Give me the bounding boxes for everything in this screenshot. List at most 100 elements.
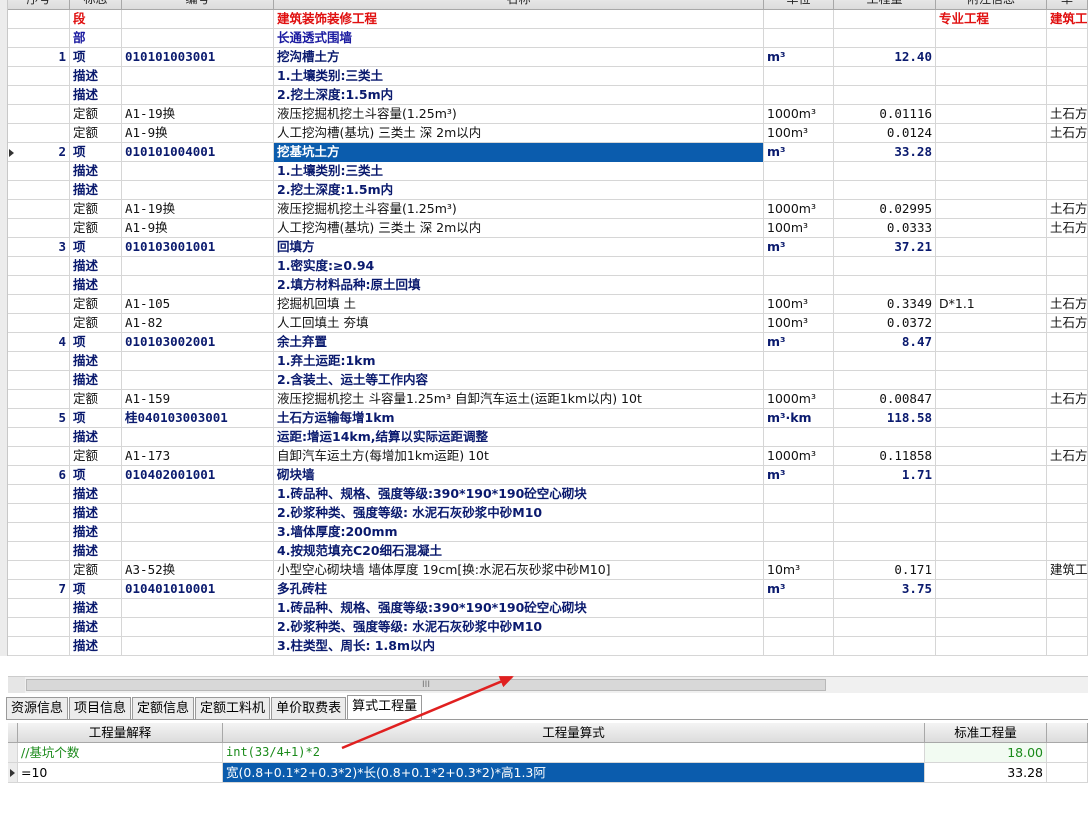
cell-qty[interactable] (834, 352, 936, 371)
table-row[interactable]: 描述 3.柱类型、周长: 1.8m以内 (8, 637, 1088, 656)
cell-no[interactable] (8, 542, 70, 561)
tab-1[interactable]: 项目信息 (69, 697, 132, 719)
table-row[interactable]: 描述 1.砖品种、规格、强度等级:390*190*190砼空心砌块 (8, 599, 1088, 618)
formula-row[interactable]: //基坑个数 int(33/4+1)*2 18.00 (8, 743, 1088, 763)
cell-unit[interactable]: m³ (764, 333, 834, 352)
cell-code[interactable]: A1-9换 (122, 219, 274, 238)
cell-extra[interactable] (1047, 143, 1088, 162)
cell-extra[interactable] (1047, 371, 1088, 390)
cell-type[interactable]: 项 (70, 48, 122, 67)
table-row[interactable]: 定额 A1-173 自卸汽车运土方(每增加1km运距) 10t 1000m³ 0.118… (8, 447, 1088, 466)
cell-name[interactable]: 2.挖土深度:1.5m内 (274, 181, 764, 200)
cell-name[interactable]: 建筑装饰装修工程 (274, 10, 764, 29)
col-header-qty[interactable]: 工程量 (834, 0, 936, 10)
table-row[interactable]: 2 项 010101004001 挖基坑土方 m³ 33.28 (8, 143, 1088, 162)
table-row[interactable]: 部 长通透式围墙 (8, 29, 1088, 48)
cell-extra[interactable] (1047, 466, 1088, 485)
cell-type[interactable]: 项 (70, 466, 122, 485)
cell-no[interactable] (8, 200, 70, 219)
cell-code[interactable] (122, 352, 274, 371)
cell-qty[interactable] (834, 67, 936, 86)
cell-code[interactable]: 010103002001 (122, 333, 274, 352)
cell-type[interactable]: 描述 (70, 428, 122, 447)
cell-note[interactable] (936, 352, 1047, 371)
cell-code[interactable] (122, 10, 274, 29)
cell-note[interactable] (936, 428, 1047, 447)
formula-explain[interactable]: =10 (18, 763, 223, 782)
cell-name[interactable]: 2.含装土、运土等工作内容 (274, 371, 764, 390)
cell-note[interactable] (936, 257, 1047, 276)
formula-col-formula[interactable]: 工程量算式 (223, 723, 925, 742)
table-row[interactable]: 段 建筑装饰装修工程 专业工程 建筑工 (8, 10, 1088, 29)
cell-qty[interactable]: 1.71 (834, 466, 936, 485)
cell-qty[interactable]: 0.11858 (834, 447, 936, 466)
cell-no[interactable] (8, 371, 70, 390)
cell-name[interactable]: 液压挖掘机挖土斗容量(1.25m³) (274, 105, 764, 124)
cell-note[interactable] (936, 485, 1047, 504)
cell-unit[interactable]: 10m³ (764, 561, 834, 580)
cell-note[interactable] (936, 67, 1047, 86)
table-row[interactable]: 定额 A1-9换 人工挖沟槽(基坑) 三类土 深 2m以内 100m³ 0.0333 土石… (8, 219, 1088, 238)
cell-name[interactable]: 运距:增运14km,结算以实际运距调整 (274, 428, 764, 447)
cell-qty[interactable] (834, 485, 936, 504)
cell-no[interactable] (8, 485, 70, 504)
cell-unit[interactable]: 100m³ (764, 295, 834, 314)
cell-name[interactable]: 2.砂浆种类、强度等级: 水泥石灰砂浆中砂M10 (274, 504, 764, 523)
cell-qty[interactable]: 0.171 (834, 561, 936, 580)
formula-row[interactable]: =10 宽(0.8+0.1*2+0.3*2)*长(0.8+0.1*2+0.3*2)… (8, 763, 1088, 783)
cell-type[interactable]: 描述 (70, 542, 122, 561)
cell-code[interactable]: A1-105 (122, 295, 274, 314)
cell-type[interactable]: 描述 (70, 162, 122, 181)
cell-name[interactable]: 砌块墙 (274, 466, 764, 485)
cell-note[interactable] (936, 48, 1047, 67)
cell-type[interactable]: 项 (70, 238, 122, 257)
cell-type[interactable]: 描述 (70, 86, 122, 105)
cell-unit[interactable] (764, 67, 834, 86)
cell-no[interactable] (8, 428, 70, 447)
cell-note[interactable]: 专业工程 (936, 10, 1047, 29)
cell-unit[interactable] (764, 276, 834, 295)
cell-code[interactable] (122, 86, 274, 105)
cell-no[interactable] (8, 523, 70, 542)
table-row[interactable]: 描述 1.弃土运距:1km (8, 352, 1088, 371)
cell-code[interactable]: A1-82 (122, 314, 274, 333)
cell-extra[interactable]: 建筑工 (1047, 561, 1088, 580)
cell-unit[interactable] (764, 542, 834, 561)
cell-extra[interactable] (1047, 67, 1088, 86)
cell-note[interactable] (936, 181, 1047, 200)
horizontal-scrollbar[interactable]: III (8, 676, 1088, 693)
cell-name[interactable]: 多孔砖柱 (274, 580, 764, 599)
cell-unit[interactable] (764, 523, 834, 542)
cell-qty[interactable] (834, 181, 936, 200)
cell-no[interactable] (8, 181, 70, 200)
cell-note[interactable] (936, 276, 1047, 295)
cell-extra[interactable] (1047, 485, 1088, 504)
cell-qty[interactable] (834, 637, 936, 656)
cell-code[interactable]: 010101004001 (122, 143, 274, 162)
formula-qty[interactable]: 18.00 (925, 743, 1047, 762)
cell-type[interactable]: 项 (70, 333, 122, 352)
cell-type[interactable]: 定额 (70, 124, 122, 143)
cell-code[interactable]: 桂040103003001 (122, 409, 274, 428)
cell-name[interactable]: 自卸汽车运土方(每增加1km运距) 10t (274, 447, 764, 466)
tab-4[interactable]: 单价取费表 (271, 697, 347, 719)
cell-qty[interactable] (834, 371, 936, 390)
cell-extra[interactable]: 土石方 (1047, 447, 1088, 466)
cell-note[interactable] (936, 124, 1047, 143)
cell-type[interactable]: 定额 (70, 295, 122, 314)
cell-extra[interactable]: 土石方 (1047, 219, 1088, 238)
table-row[interactable]: 定额 A1-19换 液压挖掘机挖土斗容量(1.25m³) 1000m³ 0.02995 土… (8, 200, 1088, 219)
cell-unit[interactable] (764, 162, 834, 181)
cell-unit[interactable]: 1000m³ (764, 200, 834, 219)
cell-qty[interactable] (834, 523, 936, 542)
cell-no[interactable] (8, 276, 70, 295)
table-row[interactable]: 描述 2.填方材料品种:原土回填 (8, 276, 1088, 295)
cell-no[interactable] (8, 105, 70, 124)
cell-type[interactable]: 定额 (70, 390, 122, 409)
cell-extra[interactable] (1047, 162, 1088, 181)
cell-type[interactable]: 描述 (70, 276, 122, 295)
cell-code[interactable] (122, 29, 274, 48)
cell-note[interactable] (936, 523, 1047, 542)
cell-no[interactable] (8, 561, 70, 580)
cell-unit[interactable] (764, 599, 834, 618)
